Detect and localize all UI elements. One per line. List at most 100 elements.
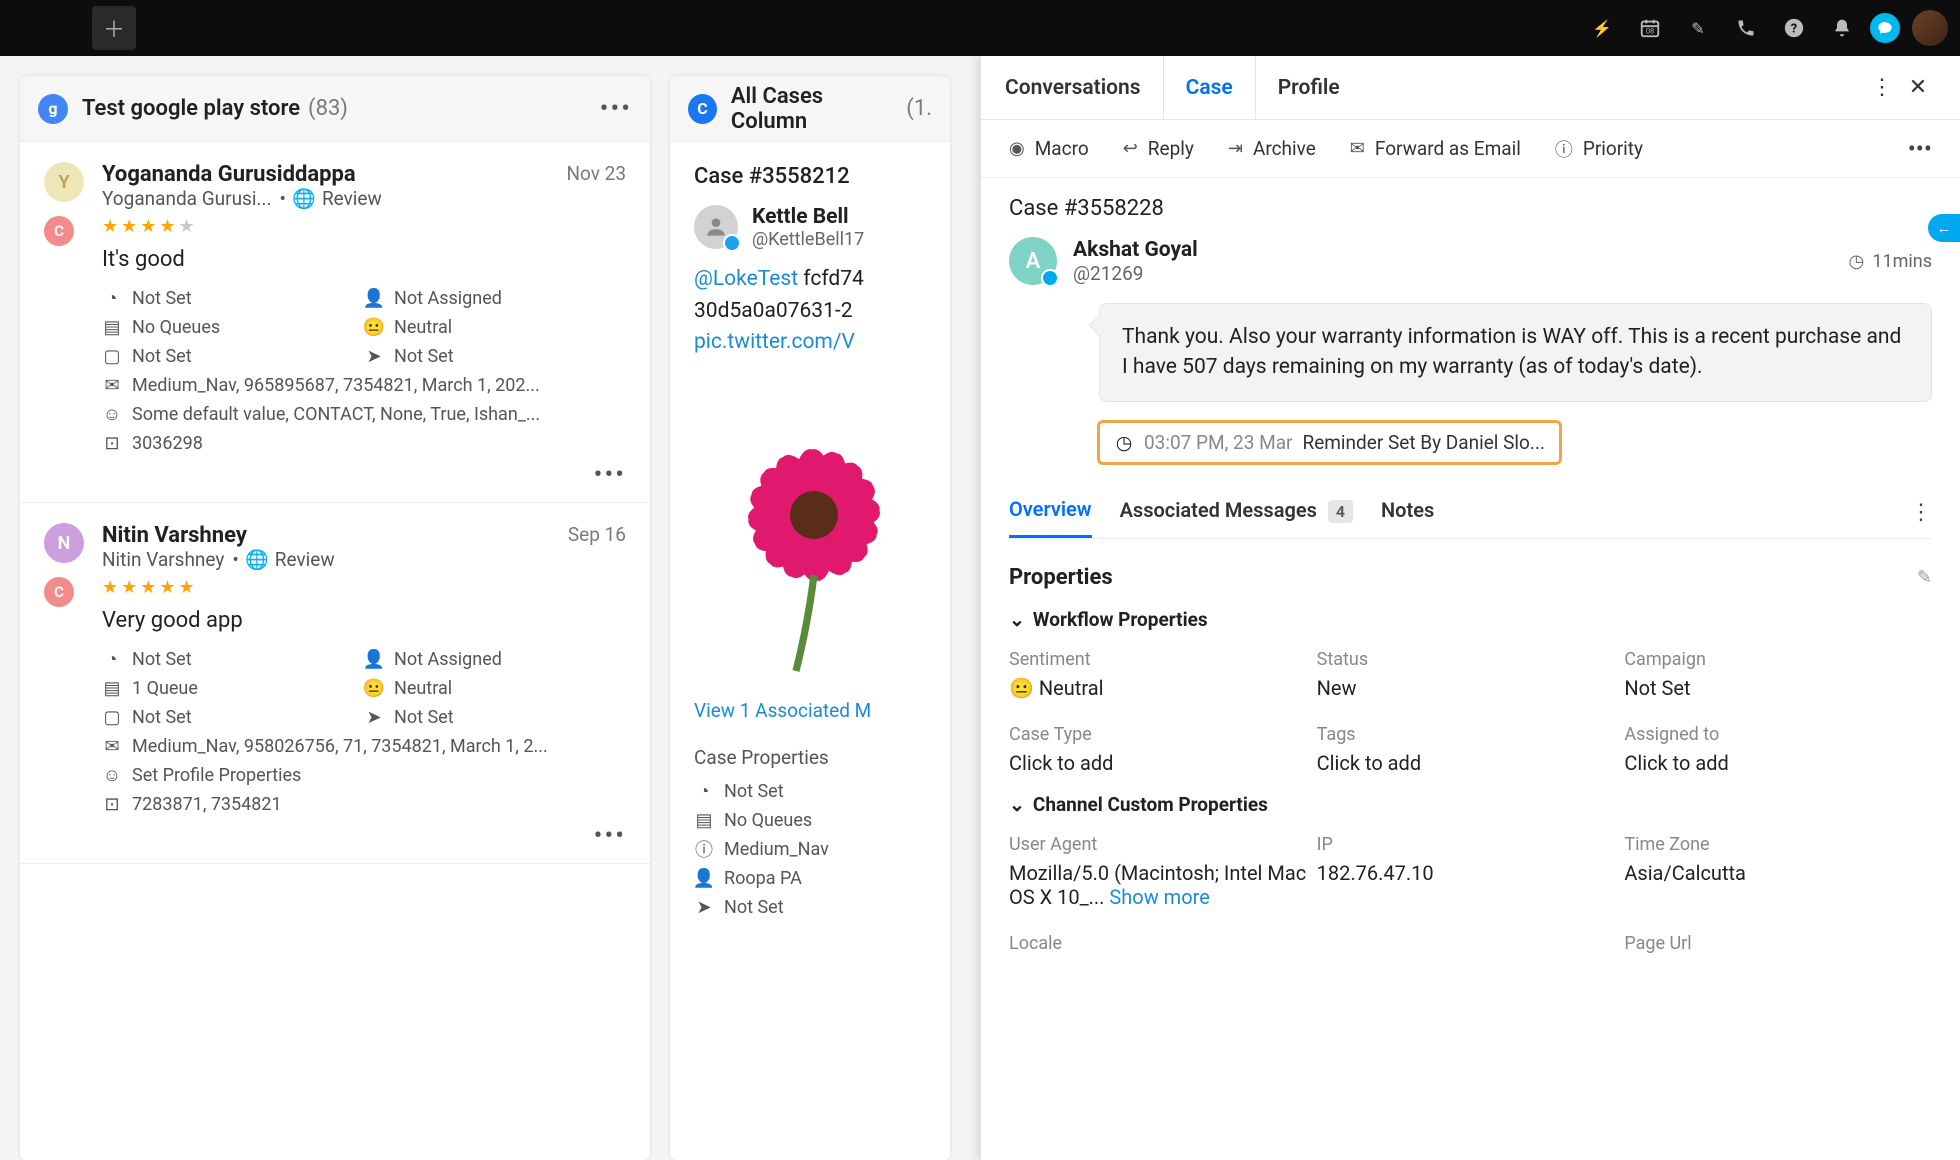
case-card[interactable]: N C Nitin Varshney Sep 16 Nitin Varshney… — [20, 503, 650, 864]
reminder-banner[interactable]: ◷ 03:07 PM, 23 Mar Reminder Set By Danie… — [1097, 420, 1562, 465]
review-body: It's good — [102, 247, 626, 272]
channel-badge: C — [44, 577, 74, 607]
priority-icon: ⓘ — [1555, 136, 1573, 162]
edit-icon[interactable]: ✎ — [1678, 8, 1718, 48]
prop-value-casetype[interactable]: Click to add — [1009, 751, 1317, 775]
channel-section-toggle[interactable]: ⌄ Channel Custom Properties — [1009, 793, 1932, 816]
queue-icon: ▤ — [102, 679, 122, 699]
card-menu-button[interactable]: ••• — [594, 460, 626, 490]
assignee-icon: 👤 — [694, 868, 714, 888]
queue-icon: ▤ — [102, 318, 122, 338]
prop-value-campaign[interactable]: Not Set — [1624, 676, 1932, 700]
reviewer-avatar: Y — [44, 162, 84, 202]
mail-icon: ✉ — [102, 737, 122, 757]
edit-properties-button[interactable]: ✎ — [1917, 567, 1932, 588]
subtab-overview[interactable]: Overview — [1009, 497, 1092, 538]
tab-conversations[interactable]: Conversations — [1005, 56, 1164, 119]
card-time: Nov 23 — [566, 162, 626, 187]
case-card[interactable]: Y C Yogananda Gurusiddappa Nov 23 Yogana… — [20, 142, 650, 503]
phone-icon[interactable] — [1726, 8, 1766, 48]
svg-text:?: ? — [1791, 22, 1797, 37]
calendar-icon[interactable]: 08 — [1630, 8, 1670, 48]
more-actions-button[interactable]: ••• — [1908, 135, 1932, 163]
column-count: (83) — [308, 96, 348, 121]
send-icon: ➤ — [694, 897, 714, 917]
reviewer-avatar: N — [44, 523, 84, 563]
reviewer-name: Yogananda Gurusiddappa — [102, 162, 356, 187]
reviewer-subname: Yogananda Gurusi... — [102, 187, 272, 210]
tab-case[interactable]: Case — [1164, 56, 1256, 119]
prop-label: IP — [1317, 834, 1625, 855]
globe-icon: 🌐 — [294, 189, 314, 209]
associated-link[interactable]: View 1 Associated M — [694, 699, 926, 722]
properties-heading: Properties — [1009, 565, 1113, 590]
sentiment-icon: 😐 — [364, 318, 384, 338]
prop-value-tags[interactable]: Click to add — [1317, 751, 1625, 775]
forward-button[interactable]: ✉Forward as Email — [1350, 137, 1521, 160]
case-detail-panel: Conversations Case Profile ⋮ ✕ ◉Macro ↩R… — [980, 56, 1960, 1160]
message-avatar: A — [1009, 237, 1057, 285]
subtab-menu-button[interactable]: ⋮ — [1910, 500, 1932, 535]
bolt-icon[interactable]: ⚡ — [1582, 8, 1622, 48]
chevron-down-icon: ⌄ — [1009, 608, 1025, 631]
message-time: ◷ 11mins — [1846, 251, 1932, 272]
prop-value-assigned[interactable]: Click to add — [1624, 751, 1932, 775]
collapse-panel-button[interactable]: ← — [1928, 214, 1960, 242]
reply-button[interactable]: ↩Reply — [1123, 137, 1194, 160]
bell-icon[interactable] — [1822, 8, 1862, 48]
send-icon: ➤ — [364, 347, 384, 367]
sentiment-icon: 😐 — [364, 679, 384, 699]
info-icon: ⓘ — [694, 839, 714, 859]
profile-icon: ☺ — [102, 766, 122, 786]
prop-value-sentiment[interactable]: Neutral — [1009, 676, 1317, 700]
clock-icon: ◷ — [1114, 432, 1134, 452]
subtab-associated[interactable]: Associated Messages 4 — [1120, 498, 1353, 536]
case-card[interactable]: Case #3558212 Kettle Bell @KettleBell17 … — [670, 142, 950, 948]
chevron-down-icon: ⌄ — [1009, 793, 1025, 816]
chat-icon[interactable] — [1870, 13, 1900, 43]
macro-button[interactable]: ◉Macro — [1009, 137, 1089, 160]
box-icon: ▢ — [102, 347, 122, 367]
forward-icon: ✉ — [1350, 138, 1365, 159]
card-time: Sep 16 — [568, 523, 626, 548]
twitter-badge-icon — [723, 234, 741, 252]
prop-value-status[interactable]: New — [1317, 676, 1625, 700]
gauge-icon: ◔ — [102, 650, 122, 670]
subtab-notes[interactable]: Notes — [1381, 498, 1434, 536]
tab-profile[interactable]: Profile — [1256, 56, 1362, 119]
message-body: Thank you. Also your warranty informatio… — [1099, 303, 1932, 402]
card-type: Review — [275, 548, 335, 571]
gauge-icon: ◔ — [694, 781, 714, 801]
prop-value-useragent: Mozilla/5.0 (Macintosh; Intel Mac OS X 1… — [1009, 861, 1317, 909]
help-icon[interactable]: ? — [1774, 8, 1814, 48]
column-menu-button[interactable]: ••• — [600, 94, 632, 124]
message-author: Akshat Goyal — [1073, 238, 1846, 262]
reviewer-name: Nitin Varshney — [102, 523, 247, 548]
close-button[interactable]: ✕ — [1900, 70, 1936, 106]
show-more-button[interactable]: Show more — [1109, 885, 1209, 909]
cases-icon: C — [688, 94, 717, 124]
mail-icon: ✉ — [102, 376, 122, 396]
reply-icon: ↩ — [1123, 138, 1138, 159]
workflow-section-toggle[interactable]: ⌄ Workflow Properties — [1009, 608, 1932, 631]
star-rating: ★★★★★ — [102, 577, 626, 598]
gauge-icon: ◔ — [102, 289, 122, 309]
star-rating: ★★★★★ — [102, 216, 626, 237]
prop-label: Sentiment — [1009, 649, 1317, 670]
archive-button[interactable]: ⇥Archive — [1228, 137, 1316, 160]
tweet-body: @LokeTest fcfd74 30d5a0a07631-2 pic.twit… — [694, 264, 926, 359]
new-tab-button[interactable]: ＋ — [92, 6, 136, 50]
card-type: Review — [322, 187, 382, 210]
column-title: All Cases Column — [731, 84, 898, 134]
card-menu-button[interactable]: ••• — [594, 821, 626, 851]
channel-badge: C — [44, 216, 74, 246]
box-icon: ▢ — [102, 708, 122, 728]
user-avatar[interactable] — [1912, 10, 1948, 46]
priority-button[interactable]: ⓘPriority — [1555, 136, 1643, 162]
panel-menu-button[interactable]: ⋮ — [1864, 70, 1900, 106]
prop-label: Status — [1317, 649, 1625, 670]
prop-label: Case Type — [1009, 724, 1317, 745]
prop-label: Assigned to — [1624, 724, 1932, 745]
tweet-author: Kettle Bell — [752, 205, 864, 229]
column-all-cases: C All Cases Column (1. Case #3558212 Ket… — [670, 76, 950, 1160]
